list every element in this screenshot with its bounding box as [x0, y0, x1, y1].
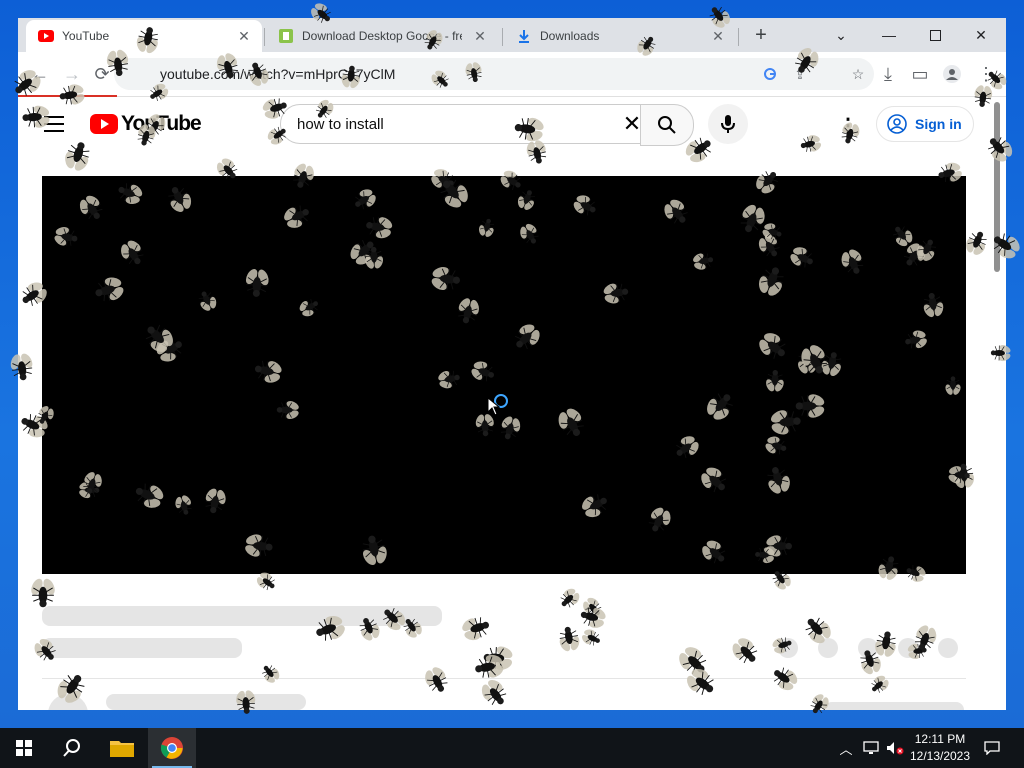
- fly-icon: [245, 534, 273, 557]
- search-icon: [658, 116, 676, 134]
- profile-icon[interactable]: [940, 62, 964, 86]
- fly-icon: [755, 547, 775, 564]
- search-input[interactable]: how to install ✕: [280, 104, 652, 144]
- fly-icon: [475, 414, 494, 437]
- fly-icon: [59, 84, 85, 105]
- fly-icon: [514, 117, 544, 142]
- download-icon: [516, 28, 532, 44]
- fly-icon: [245, 269, 269, 297]
- close-tab-icon[interactable]: ✕: [472, 28, 488, 44]
- fly-icon: [945, 376, 961, 395]
- network-icon[interactable]: [860, 728, 882, 768]
- tab-downloads[interactable]: Downloads ✕: [504, 20, 736, 52]
- bookmark-star-icon[interactable]: ☆: [848, 64, 868, 84]
- fly-icon: [431, 267, 461, 291]
- action-placeholder: [938, 638, 958, 658]
- fly-icon: [948, 466, 970, 484]
- account-circle-icon: [887, 114, 907, 134]
- windows-start-button[interactable]: [0, 728, 48, 768]
- close-window-button[interactable]: ✕: [958, 18, 1004, 52]
- sign-in-button[interactable]: Sign in: [876, 106, 974, 142]
- fly-icon: [990, 345, 1011, 362]
- fly-icon: [559, 626, 580, 652]
- show-hidden-icons-button[interactable]: ︿: [836, 728, 856, 768]
- google-lens-icon[interactable]: [760, 64, 780, 84]
- file-explorer-button[interactable]: [98, 728, 146, 768]
- channel-name-placeholder: [106, 694, 306, 710]
- fly-icon: [341, 65, 360, 89]
- fly-icon: [365, 246, 384, 269]
- fly-icon: [923, 292, 944, 318]
- notification-center-icon[interactable]: [980, 728, 1004, 768]
- taskbar-clock[interactable]: 12:11 PM 12/13/2023: [900, 731, 980, 765]
- fly-icon: [31, 578, 55, 608]
- tab-divider: [502, 28, 503, 46]
- fly-icon: [603, 283, 629, 304]
- downloads-icon[interactable]: ⤓: [876, 62, 900, 86]
- windows-taskbar: ︿ 12:11 PM 12/13/2023: [0, 728, 1024, 768]
- fly-icon: [766, 369, 784, 392]
- fly-icon: [771, 410, 801, 435]
- new-tab-button[interactable]: +: [750, 24, 772, 46]
- sign-in-label: Sign in: [915, 116, 962, 132]
- divider: [42, 678, 966, 679]
- fly-icon: [236, 690, 256, 714]
- chrome-icon: [160, 737, 183, 759]
- tab-desktop-goose[interactable]: Download Desktop Goose - free ✕: [266, 20, 498, 52]
- search-icon: [63, 739, 80, 757]
- search-button[interactable]: [640, 104, 694, 146]
- video-meta-placeholder: [42, 638, 242, 658]
- subscribe-placeholder: [824, 702, 964, 710]
- maximize-button[interactable]: [912, 18, 958, 52]
- close-tab-icon[interactable]: ✕: [236, 28, 252, 44]
- fly-icon: [22, 105, 50, 128]
- youtube-play-icon: [90, 114, 118, 134]
- minimize-button[interactable]: —: [866, 18, 912, 52]
- tab-search-chevron-icon[interactable]: ⌄: [818, 18, 864, 52]
- voice-search-button[interactable]: [708, 104, 748, 144]
- fly-icon: [276, 401, 299, 420]
- chrome-taskbar-button[interactable]: [148, 728, 196, 768]
- microphone-icon: [721, 115, 735, 133]
- clock-time: 12:11 PM: [914, 732, 966, 746]
- fly-icon: [10, 353, 33, 381]
- clock-date: 12/13/2023: [909, 749, 971, 763]
- youtube-favicon: [38, 28, 54, 44]
- tab-divider: [264, 28, 265, 46]
- search-taskbar-button[interactable]: [48, 728, 96, 768]
- tab-title: Downloads: [540, 29, 600, 43]
- search-value: how to install: [297, 115, 384, 133]
- tab-divider: [738, 28, 739, 46]
- tab-strip: YouTube ✕ Download Desktop Goose - free …: [18, 18, 1006, 52]
- fly-icon: [106, 49, 129, 77]
- folder-icon: [110, 741, 134, 757]
- extensions-icon[interactable]: ▭: [908, 62, 932, 86]
- download-site-favicon: [278, 28, 294, 44]
